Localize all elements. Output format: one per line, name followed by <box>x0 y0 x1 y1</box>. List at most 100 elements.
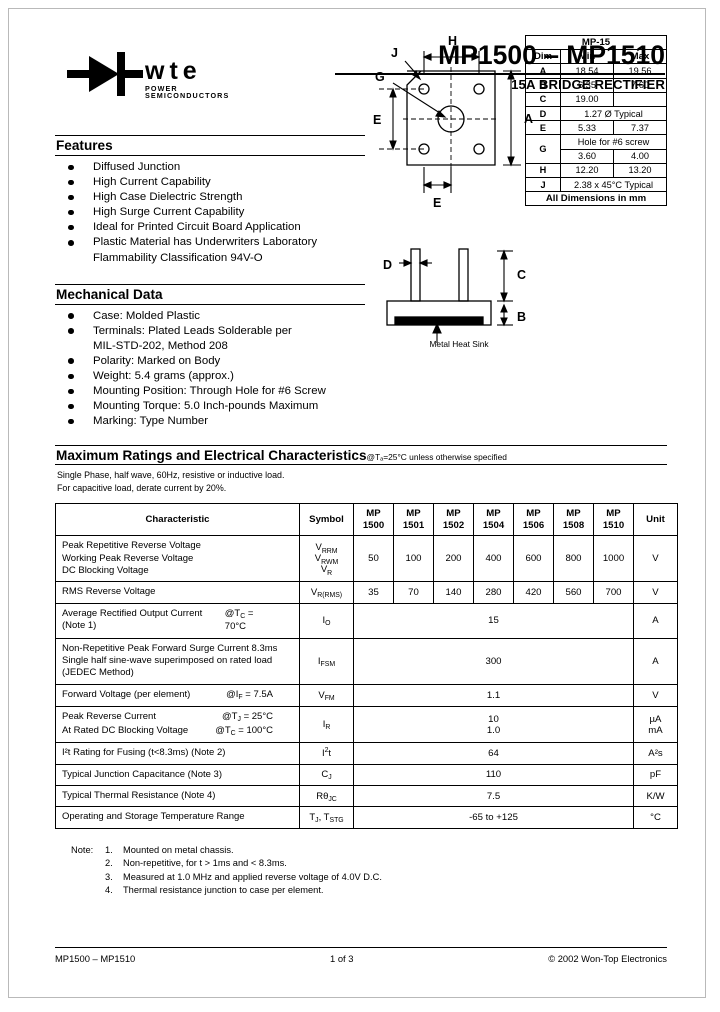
note-number: 2. <box>105 858 113 869</box>
note-line: 2. Non-repetitive, for t > 1ms and < 8.3m… <box>105 857 667 870</box>
footer-page-number: 1 of 3 <box>330 953 354 964</box>
row-value: 200 <box>433 535 474 583</box>
row-symbol: IO <box>299 602 354 639</box>
col-part-number: MP 1501 <box>393 503 434 537</box>
col-part-number: MP 1504 <box>473 503 514 537</box>
row-symbol: TJ, TSTG <box>299 806 354 829</box>
row-value: 1000 <box>593 535 634 583</box>
bullet-icon <box>68 418 74 425</box>
dim-row-max: 4.00 <box>613 148 667 164</box>
mechanical-item: Mounting Torque: 5.0 Inch-pounds Maximum <box>55 399 365 414</box>
mechanical-item-text: Mounting Position: Through Hole for #6 S… <box>93 385 326 398</box>
note-number: 4. <box>105 884 113 895</box>
dim-col-header: Dim <box>525 49 561 65</box>
table-row: Typical Junction Capacitance (Note 3) CJ 1… <box>55 763 678 786</box>
mechanical-item: Weight: 5.4 grams (approx.) <box>55 369 365 384</box>
features-section: Features Diffused Junction High Current C… <box>55 135 365 266</box>
col-part-number: MP 1500 <box>353 503 394 537</box>
ratings-title-line: Maximum Ratings and Electrical Character… <box>56 448 667 463</box>
row-value-span: 7.5 <box>353 784 634 808</box>
bullet-icon <box>68 373 74 380</box>
features-heading: Features <box>56 138 113 153</box>
mechanical-item-text: Mounting Torque: 5.0 Inch-pounds Maximum <box>93 400 319 413</box>
mechanical-item: Mounting Position: Through Hole for #6 S… <box>55 384 365 399</box>
ratings-condition: @Tₐ=25°C unless otherwise specified <box>366 452 507 463</box>
note-number: 1. <box>105 844 113 855</box>
note-text: Thermal resistance junction to case per … <box>123 884 324 895</box>
note-line: Note: 1. Mounted on metal chassis. <box>71 844 667 857</box>
datasheet-page: wte POWER SEMICONDUCTORS MP1500 – MP1510… <box>0 0 720 1012</box>
label-G: G <box>375 70 385 84</box>
label-B: B <box>517 310 526 324</box>
col-symbol: Symbol <box>299 503 354 537</box>
row-characteristic: Average Rectified Output Current (Note 1… <box>55 602 300 639</box>
feature-item-text: High Case Dielectric Strength <box>93 191 243 204</box>
mechanical-heading: Mechanical Data <box>56 286 163 302</box>
bullet-icon <box>68 313 74 319</box>
mechanical-item-text: MIL-STD-202, Method 208 <box>93 339 228 352</box>
logo-wordmark: wte <box>145 57 202 85</box>
package-top-view-drawing: H J G E A E <box>371 27 543 257</box>
col-characteristic: Characteristic <box>55 503 300 537</box>
note-text: Mounted on metal chassis. <box>123 844 234 855</box>
row-value: 280 <box>473 581 514 604</box>
note-line: 3. Measured at 1.0 MHz and applied revers… <box>105 871 667 884</box>
label-D: D <box>383 258 392 272</box>
feature-item: High Current Capability <box>55 175 365 190</box>
feature-item-text: High Current Capability <box>93 176 211 189</box>
row-value: 100 <box>393 535 434 583</box>
note-line: 4. Thermal resistance junction to case pe… <box>105 884 667 897</box>
row-characteristic: Peak Repetitive Reverse Voltage Working P… <box>55 535 300 583</box>
label-E-left: E <box>373 113 381 127</box>
dim-row-label: C <box>525 91 561 108</box>
mechanical-section: Mechanical Data Case: Molded Plastic Term… <box>55 283 365 430</box>
table-row: Peak Reverse Current @TJ = 25°C At Rated D… <box>55 706 678 744</box>
mechanical-item-text: Marking: Type Number <box>93 415 209 428</box>
heat-sink-label: Metal Heat Sink <box>429 339 489 349</box>
diode-symbol-icon <box>67 52 143 96</box>
mechanical-item-text: Case: Molded Plastic <box>93 309 200 322</box>
label-E-bottom: E <box>433 196 441 210</box>
feature-item-text: Ideal for Printed Circuit Board Applicat… <box>93 221 301 234</box>
package-side-view-drawing: D C B Metal Heat Sink <box>371 239 543 357</box>
note-text: Non-repetitive, for t > 1ms and < 8.3ms. <box>123 858 287 869</box>
dim-row-max: 13.20 <box>613 162 667 179</box>
col-part-number: MP 1508 <box>553 503 594 537</box>
bullet-icon <box>68 388 74 395</box>
table-row: RMS Reverse Voltage VR(RMS) 35 70 140 280 420 5… <box>55 581 678 604</box>
row-value: 700 <box>593 581 634 604</box>
row-unit: V <box>633 581 678 604</box>
footer-divider <box>55 947 667 948</box>
row-unit: V <box>633 683 678 708</box>
dim-row-min: 5.33 <box>560 120 614 136</box>
dim-row-label: H <box>525 162 561 179</box>
bullet-icon <box>68 239 74 246</box>
notes-label: Note: <box>71 844 94 855</box>
col-unit: Unit <box>633 503 678 537</box>
logo-tagline: POWER SEMICONDUCTORS <box>145 84 230 101</box>
row-value-span: 1.1 <box>353 683 634 708</box>
feature-item-text: High Surge Current Capability <box>93 206 245 219</box>
table-row: Non-Repetitive Peak Forward Surge Curren… <box>55 637 678 685</box>
bullet-icon <box>68 164 74 171</box>
table-row: I²t Rating for Fusing (t<8.3ms) (Note 2)… <box>55 742 678 765</box>
row-symbol: VFM <box>299 683 354 708</box>
row-unit: pF <box>633 763 678 786</box>
ratings-note-line2: For capacitive load, derate current by 2… <box>57 482 227 493</box>
row-value: 140 <box>433 581 474 604</box>
row-symbol: IR <box>299 706 354 744</box>
row-value-span: 15 <box>353 602 634 639</box>
features-rule-top <box>55 135 365 136</box>
bullet-icon <box>68 224 74 231</box>
col-part-number: MP 1502 <box>433 503 474 537</box>
row-unit: A <box>633 602 678 639</box>
row-value: 400 <box>473 535 514 583</box>
row-value: 70 <box>393 581 434 604</box>
row-value: 35 <box>353 581 394 604</box>
mechanical-rule-top <box>55 283 365 285</box>
row-value: 560 <box>553 581 594 604</box>
bullet-icon <box>68 194 74 201</box>
row-symbol: CJ <box>299 763 354 786</box>
dim-row-label: E <box>525 120 561 136</box>
dim-row-label: D <box>525 106 561 122</box>
